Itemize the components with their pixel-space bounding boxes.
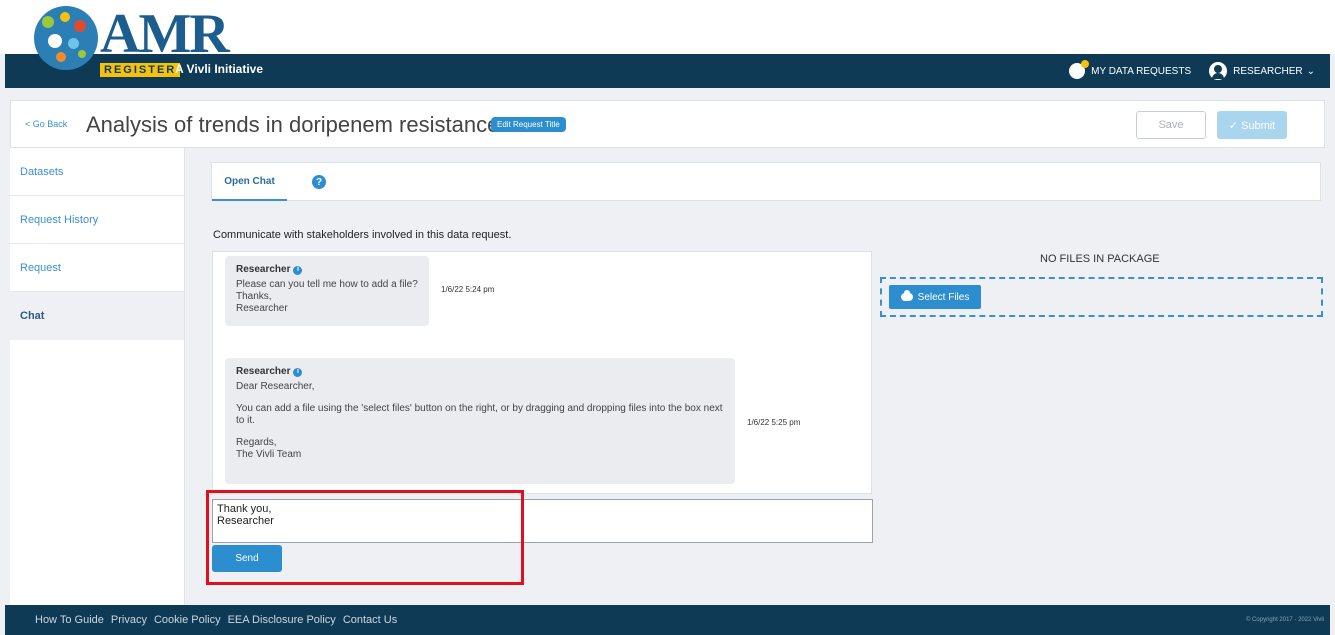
edit-request-title-button[interactable]: Edit Request Title bbox=[491, 117, 566, 132]
chat-message: Researcher i Dear Researcher, You can ad… bbox=[225, 358, 735, 484]
select-files-label: Select Files bbox=[917, 291, 970, 303]
chevron-down-icon: ⌄ bbox=[1306, 65, 1315, 77]
chat-messages-panel[interactable]: Researcher i Please can you tell me how … bbox=[212, 251, 872, 494]
save-button[interactable]: Save bbox=[1136, 111, 1206, 139]
cloud-upload-icon bbox=[900, 290, 913, 301]
help-icon[interactable]: ? bbox=[312, 175, 326, 189]
footer-link-cookie-policy[interactable]: Cookie Policy bbox=[154, 614, 221, 626]
page-title: Analysis of trends in doripenem resistan… bbox=[86, 112, 500, 137]
user-menu[interactable]: RESEARCHER ⌄ bbox=[1209, 62, 1315, 80]
author-name: Researcher bbox=[236, 264, 291, 275]
message-signature: The Vivli Team bbox=[236, 449, 302, 460]
footer: How To Guide Privacy Cookie Policy EEA D… bbox=[5, 605, 1330, 635]
footer-links: How To Guide Privacy Cookie Policy EEA D… bbox=[35, 614, 404, 626]
submit-button[interactable]: ✓ Submit bbox=[1217, 111, 1287, 139]
my-data-requests-label: MY DATA REQUESTS bbox=[1091, 65, 1192, 77]
user-nav: MY DATA REQUESTS RESEARCHER ⌄ bbox=[1051, 60, 1315, 80]
amr-logo-icon[interactable] bbox=[34, 6, 98, 70]
message-line: Thanks, bbox=[236, 291, 272, 302]
sidebar-item-request-history[interactable]: Request History bbox=[10, 196, 184, 244]
sidebar-item-chat[interactable]: Chat bbox=[10, 292, 184, 340]
logo-text: AMR bbox=[100, 3, 230, 65]
request-title-bar: < Go Back Analysis of trends in doripene… bbox=[10, 100, 1325, 148]
message-line: Please can you tell me how to add a file… bbox=[236, 279, 418, 290]
chat-message: Researcher i Please can you tell me how … bbox=[225, 256, 429, 326]
message-greeting: Dear Researcher, bbox=[236, 381, 315, 392]
message-timestamp: 1/6/22 5:25 pm bbox=[747, 418, 801, 427]
message-line: Researcher bbox=[236, 303, 288, 314]
author-name: Researcher bbox=[236, 366, 291, 377]
footer-link-privacy[interactable]: Privacy bbox=[111, 614, 147, 626]
info-icon[interactable]: i bbox=[293, 265, 303, 275]
message-author: Researcher i bbox=[236, 264, 418, 276]
tab-open-chat[interactable]: Open Chat bbox=[212, 163, 287, 201]
my-data-requests-link[interactable]: MY DATA REQUESTS bbox=[1069, 60, 1192, 79]
message-body: You can add a file using the 'select fil… bbox=[236, 403, 723, 426]
select-files-button[interactable]: Select Files bbox=[889, 285, 981, 309]
chat-intro-text: Communicate with stakeholders involved i… bbox=[213, 229, 512, 241]
sidebar-item-request[interactable]: Request bbox=[10, 244, 184, 292]
chat-tabs: Open Chat ? bbox=[211, 162, 1321, 201]
sidebar-filler bbox=[10, 340, 184, 605]
footer-link-how-to-guide[interactable]: How To Guide bbox=[35, 614, 104, 626]
go-back-link[interactable]: < Go Back bbox=[25, 119, 67, 129]
info-icon[interactable]: i bbox=[293, 367, 303, 377]
register-badge: REGISTER bbox=[100, 63, 181, 77]
footer-link-eea-disclosure[interactable]: EEA Disclosure Policy bbox=[228, 614, 336, 626]
sidebar-item-datasets[interactable]: Datasets bbox=[10, 148, 184, 196]
no-files-label: NO FILES IN PACKAGE bbox=[1040, 253, 1160, 265]
data-requests-icon bbox=[1069, 60, 1090, 79]
user-name: RESEARCHER bbox=[1233, 65, 1303, 77]
message-signoff: Regards, bbox=[236, 437, 277, 448]
message-timestamp: 1/6/22 5:24 pm bbox=[441, 285, 495, 294]
sidebar: Datasets Request History Request Chat bbox=[10, 148, 185, 605]
initiative-text: A Vivli Initiative bbox=[175, 62, 264, 76]
copyright-text: © Copyright 2017 - 2022 Vivli bbox=[1245, 617, 1324, 623]
user-icon bbox=[1209, 62, 1228, 80]
footer-link-contact-us[interactable]: Contact Us bbox=[343, 614, 397, 626]
highlight-annotation-box bbox=[206, 490, 524, 585]
message-author: Researcher i bbox=[236, 366, 724, 378]
